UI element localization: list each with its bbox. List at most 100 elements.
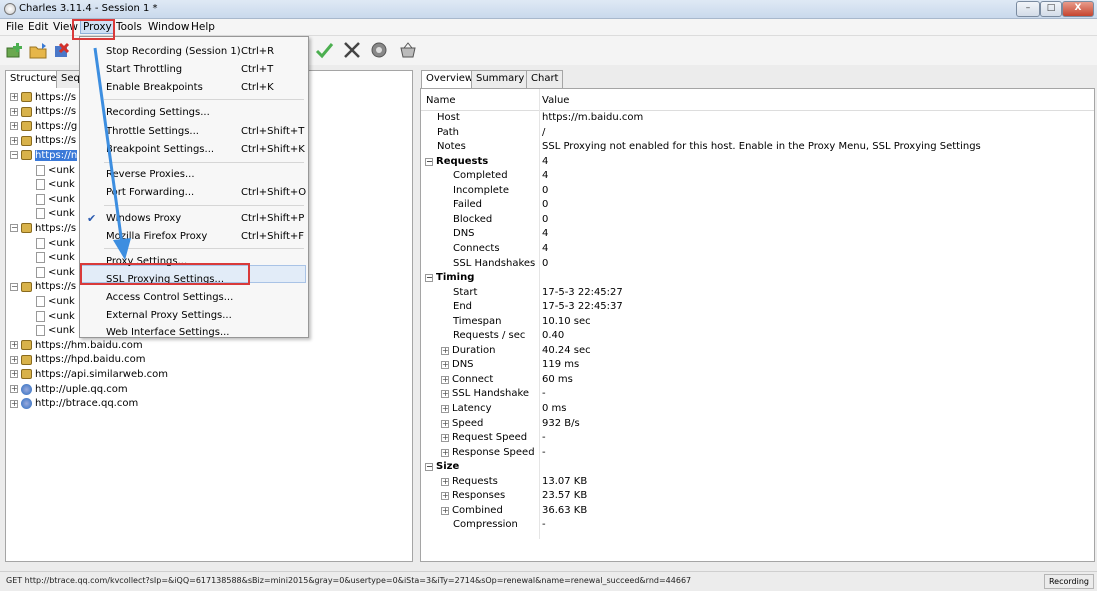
validate-icon[interactable]: [314, 40, 334, 60]
menu-help[interactable]: Help: [191, 21, 215, 33]
proxy-menu-item[interactable]: External Proxy Settings...: [106, 310, 232, 321]
tools-icon[interactable]: [342, 40, 362, 60]
expand-toggle-icon[interactable]: +: [441, 492, 449, 501]
property-name[interactable]: Completed: [441, 170, 508, 181]
shopping-basket-icon[interactable]: [398, 40, 418, 60]
expand-toggle-icon[interactable]: +: [441, 419, 449, 428]
property-name[interactable]: End: [441, 301, 472, 312]
proxy-menu-item[interactable]: Recording Settings...: [106, 107, 210, 118]
property-name[interactable]: Failed: [441, 199, 482, 210]
minimize-button[interactable]: –: [1016, 1, 1040, 17]
close-session-icon[interactable]: [52, 40, 72, 60]
proxy-menu-item[interactable]: Windows Proxy: [106, 213, 181, 224]
property-name[interactable]: Connects: [441, 243, 500, 254]
tree-row[interactable]: + http://uple.qq.com: [10, 382, 128, 396]
property-name[interactable]: − Timing: [425, 272, 474, 283]
proxy-menu-item[interactable]: Web Interface Settings...: [106, 327, 229, 338]
new-session-icon[interactable]: [4, 40, 24, 60]
proxy-menu-item[interactable]: Stop Recording (Session 1): [106, 46, 241, 57]
property-name[interactable]: Timespan: [441, 316, 502, 327]
property-name[interactable]: SSL Handshakes: [441, 258, 535, 269]
property-name[interactable]: Blocked: [441, 214, 492, 225]
tree-row[interactable]: + https://hpd.baidu.com: [10, 353, 146, 367]
property-name[interactable]: + Connect: [441, 374, 493, 385]
property-name[interactable]: Requests / sec: [441, 330, 525, 341]
property-name[interactable]: + Request Speed: [441, 432, 527, 443]
expand-toggle-icon[interactable]: −: [425, 157, 433, 166]
expand-toggle-icon[interactable]: +: [441, 346, 449, 355]
menu-file[interactable]: File: [6, 21, 24, 33]
property-name[interactable]: DNS: [441, 228, 475, 239]
property-name[interactable]: + Response Speed: [441, 447, 535, 458]
property-name[interactable]: + Speed: [441, 418, 483, 429]
property-name[interactable]: Compression: [441, 519, 518, 530]
property-name[interactable]: + Requests: [441, 476, 498, 487]
tree-row[interactable]: <unk: [36, 207, 75, 221]
property-name[interactable]: Incomplete: [441, 185, 509, 196]
tree-row[interactable]: <unk: [36, 309, 75, 323]
tree-row[interactable]: <unk: [36, 236, 75, 250]
property-name[interactable]: − Size: [425, 461, 459, 472]
property-name[interactable]: Notes: [437, 141, 466, 152]
expand-toggle-icon[interactable]: +: [10, 385, 18, 393]
expand-toggle-icon[interactable]: +: [441, 477, 449, 486]
expand-toggle-icon[interactable]: +: [441, 448, 449, 457]
expand-toggle-icon[interactable]: +: [10, 107, 18, 116]
expand-toggle-icon[interactable]: +: [10, 370, 18, 379]
tree-row[interactable]: + https://api.similarweb.com: [10, 367, 168, 381]
tree-row[interactable]: − https://n: [10, 148, 78, 162]
expand-toggle-icon[interactable]: +: [441, 405, 449, 413]
expand-toggle-icon[interactable]: +: [441, 434, 449, 443]
proxy-menu-item[interactable]: Start Throttling: [106, 64, 182, 75]
expand-toggle-icon[interactable]: −: [10, 224, 18, 233]
tree-row[interactable]: <unk: [36, 192, 75, 206]
menu-window[interactable]: Window: [148, 21, 189, 33]
value-column-header[interactable]: Value: [542, 95, 569, 106]
expand-toggle-icon[interactable]: +: [441, 506, 449, 515]
expand-toggle-icon[interactable]: −: [10, 282, 18, 291]
property-name[interactable]: + SSL Handshake: [441, 388, 529, 399]
close-button[interactable]: X: [1062, 1, 1094, 17]
expand-toggle-icon[interactable]: +: [441, 361, 449, 370]
tree-row[interactable]: <unk: [36, 294, 75, 308]
name-column-header[interactable]: Name: [426, 95, 456, 106]
tree-row[interactable]: <unk: [36, 163, 75, 177]
tab-chart[interactable]: Chart: [526, 70, 564, 88]
tree-row[interactable]: + https://s: [10, 134, 76, 148]
property-name[interactable]: + Duration: [441, 345, 495, 356]
proxy-menu-item[interactable]: Access Control Settings...: [106, 292, 233, 303]
property-name[interactable]: Start: [441, 287, 477, 298]
tab-overview[interactable]: Overview: [421, 70, 479, 88]
expand-toggle-icon[interactable]: −: [10, 151, 18, 160]
property-name[interactable]: + Latency: [441, 403, 492, 414]
expand-toggle-icon[interactable]: +: [10, 399, 18, 408]
proxy-menu-item[interactable]: Port Forwarding...: [106, 187, 194, 198]
settings-gear-icon[interactable]: [369, 40, 389, 60]
expand-toggle-icon[interactable]: −: [425, 463, 433, 472]
proxy-menu-item[interactable]: Enable Breakpoints: [106, 82, 203, 93]
tree-row[interactable]: − https://s: [10, 221, 76, 235]
menu-tools[interactable]: Tools: [116, 21, 142, 33]
expand-toggle-icon[interactable]: +: [10, 93, 18, 101]
tree-row[interactable]: <unk: [36, 265, 75, 279]
property-name[interactable]: Path: [437, 127, 459, 138]
open-session-icon[interactable]: [28, 40, 48, 60]
expand-toggle-icon[interactable]: +: [441, 390, 449, 399]
expand-toggle-icon[interactable]: +: [10, 355, 18, 364]
proxy-menu-item[interactable]: Mozilla Firefox Proxy: [106, 231, 207, 242]
tree-row[interactable]: + https://g: [10, 119, 77, 133]
expand-toggle-icon[interactable]: +: [10, 122, 18, 131]
property-name[interactable]: Host: [437, 112, 460, 123]
tab-summary[interactable]: Summary: [471, 70, 530, 88]
tree-row[interactable]: + https://hm.baidu.com: [10, 338, 143, 352]
maximize-button[interactable]: □: [1040, 1, 1062, 17]
property-name[interactable]: − Requests: [425, 156, 488, 167]
property-name[interactable]: + Combined: [441, 505, 503, 516]
tree-row[interactable]: + https://s: [10, 90, 76, 104]
tree-row[interactable]: <unk: [36, 324, 75, 338]
tree-row[interactable]: + https://s: [10, 105, 76, 119]
proxy-menu-item[interactable]: Throttle Settings...: [106, 126, 199, 137]
tree-row[interactable]: <unk: [36, 178, 75, 192]
property-name[interactable]: + Responses: [441, 490, 505, 501]
tree-row[interactable]: − https://s: [10, 280, 76, 294]
